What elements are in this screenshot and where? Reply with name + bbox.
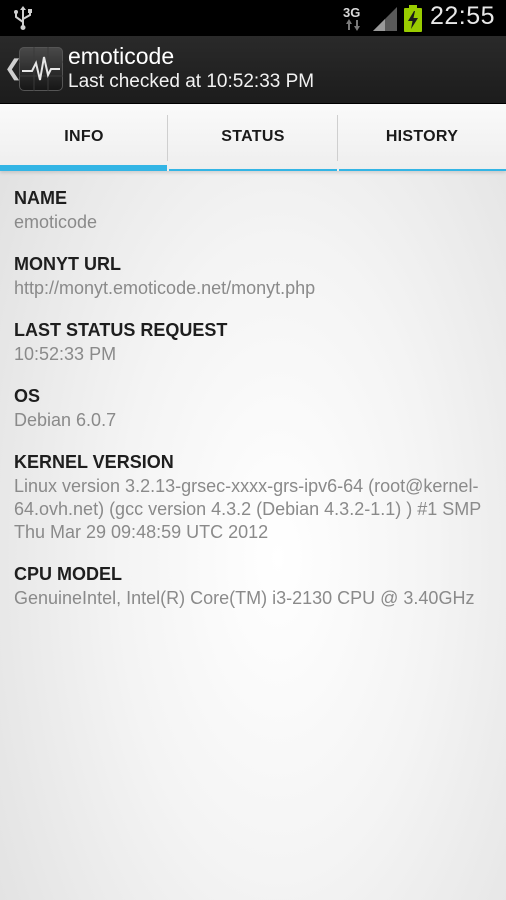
tab-underline <box>169 169 337 171</box>
field-label: KERNEL VERSION <box>14 452 174 472</box>
clock: 22:55 <box>430 2 496 30</box>
tab-bar: INFO STATUS HISTORY <box>0 104 506 171</box>
field-label: MONYT URL <box>14 254 121 274</box>
field-label: NAME <box>14 188 67 208</box>
heartbeat-app-icon[interactable] <box>19 47 63 91</box>
tab-status[interactable]: STATUS <box>168 104 338 171</box>
field-label: CPU MODEL <box>14 564 122 584</box>
network-type-label: 3G <box>343 5 361 20</box>
field-kernel-version: KERNEL VERSION Linux version 3.2.13-grse… <box>14 449 494 544</box>
field-last-status-request: LAST STATUS REQUEST 10:52:33 PM <box>14 317 494 366</box>
action-bar: ❮ emoticode Last checked at 10:52:33 PM <box>0 36 506 104</box>
field-value: 10:52:33 PM <box>14 344 117 364</box>
field-label: OS <box>14 386 41 406</box>
field-value: http://monyt.emoticode.net/monyt.php <box>14 278 316 298</box>
app-title: emoticode <box>68 43 175 69</box>
tab-info[interactable]: INFO <box>0 104 168 171</box>
usb-icon <box>14 6 32 30</box>
field-monyt-url: MONYT URL http://monyt.emoticode.net/mon… <box>14 251 494 300</box>
tab-history[interactable]: HISTORY <box>338 104 506 171</box>
tab-underline <box>339 169 506 171</box>
field-os: OS Debian 6.0.7 <box>14 383 494 432</box>
field-label: LAST STATUS REQUEST <box>14 320 228 340</box>
field-cpu-model: CPU MODEL GenuineIntel, Intel(R) Core(TM… <box>14 561 494 610</box>
field-value: GenuineIntel, Intel(R) Core(TM) i3-2130 … <box>14 588 475 608</box>
field-value: emoticode <box>14 212 98 232</box>
field-value: Linux version 3.2.13-grsec-xxxx-grs-ipv6… <box>14 476 481 542</box>
battery-charging-icon <box>404 5 422 32</box>
info-panel: NAME emoticode MONYT URL http://monyt.em… <box>14 185 494 627</box>
field-value: Debian 6.0.7 <box>14 410 117 430</box>
signal-icon <box>373 7 397 31</box>
status-bar: 3G 22:55 <box>0 0 506 36</box>
last-checked-subtitle: Last checked at 10:52:33 PM <box>68 71 315 92</box>
selected-tab-indicator <box>0 165 167 171</box>
field-name: NAME emoticode <box>14 185 494 234</box>
data-activity-icon <box>346 19 360 31</box>
